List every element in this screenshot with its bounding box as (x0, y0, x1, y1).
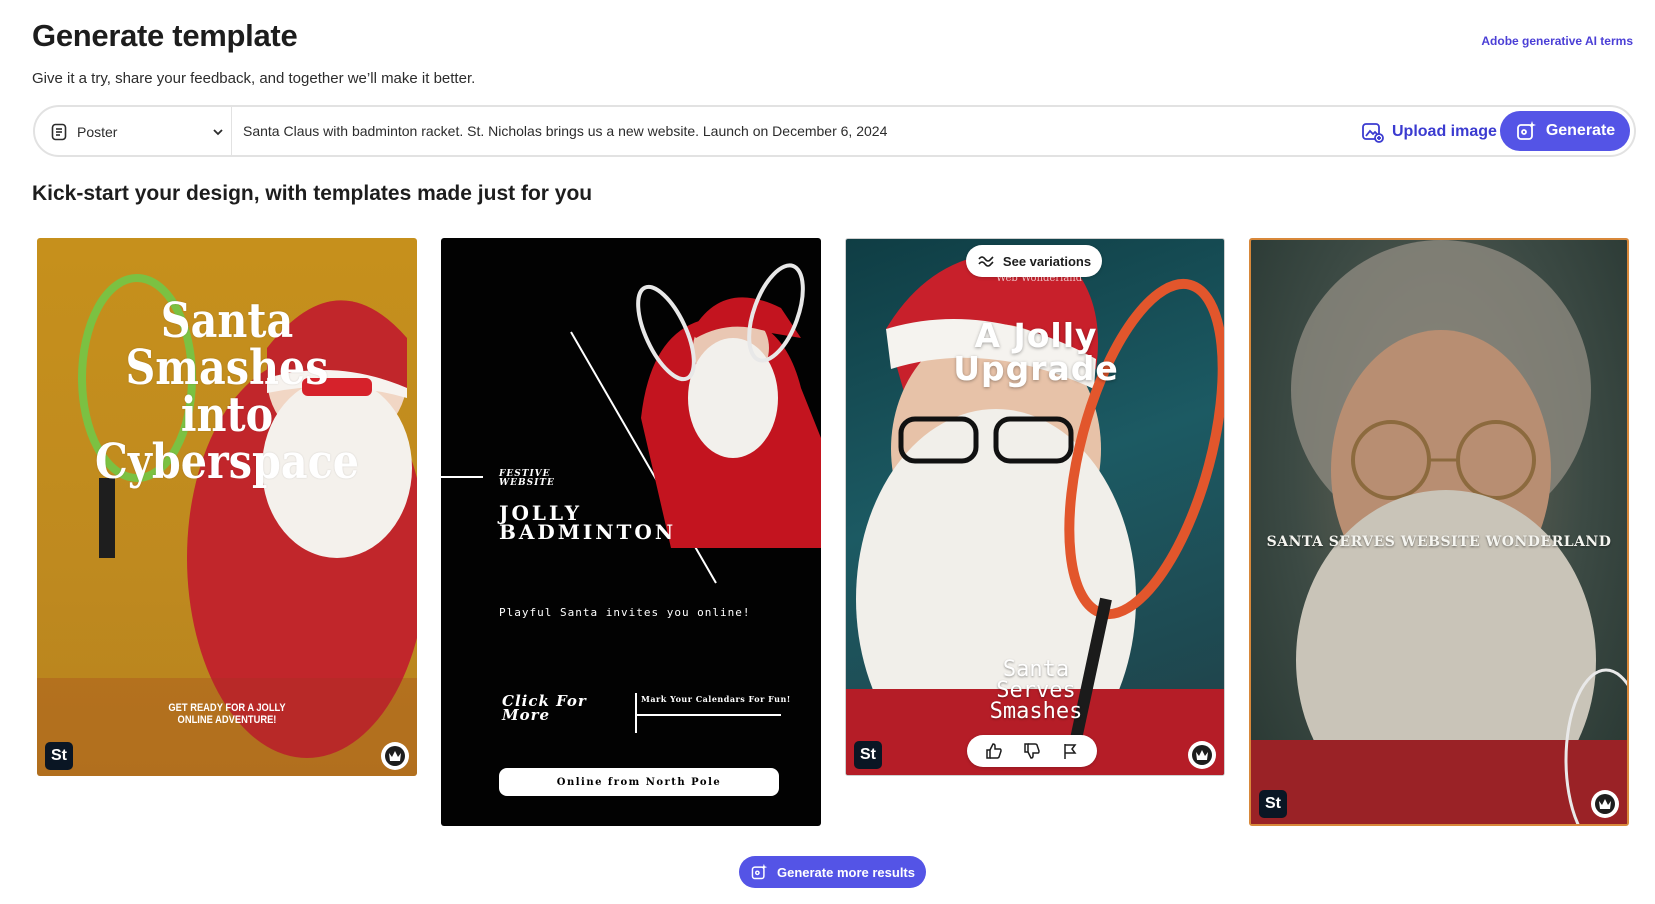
generate-sparkle-icon (1516, 121, 1536, 140)
template-card-2[interactable]: FESTIVE WEBSITE JOLLY BADMINTON Playful … (441, 238, 821, 826)
generate-more-results-button[interactable]: Generate more results (739, 856, 926, 888)
thumbs-up-icon[interactable] (983, 740, 1005, 762)
template-type-label: Poster (77, 124, 118, 140)
document-icon (51, 123, 67, 141)
card-2-festive-label: FESTIVE WEBSITE (499, 469, 555, 488)
generate-sparkle-icon (751, 863, 768, 880)
adobe-stock-badge: St (45, 742, 73, 770)
prompt-divider (231, 107, 232, 155)
card-3-web-text: Web Wonderland (996, 273, 1083, 284)
chevron-down-icon (213, 129, 223, 136)
premium-crown-icon (381, 742, 409, 770)
generative-ai-terms-link[interactable]: Adobe generative AI terms (1481, 34, 1633, 48)
template-type-dropdown[interactable]: Poster (49, 116, 225, 148)
generate-label: Generate (1545, 122, 1616, 139)
generate-button[interactable]: Generate (1500, 111, 1630, 151)
see-variations-label: See variations (1002, 253, 1092, 269)
premium-crown-icon (1188, 741, 1216, 769)
premium-crown-icon (1591, 790, 1619, 818)
card-2-calendar-note: Mark Your Calendars For Fun! (641, 694, 791, 704)
template-card-3[interactable]: See variations Web Wonderland A Jolly Up… (845, 238, 1225, 776)
card-2-invite: Playful Santa invites you online! (499, 606, 751, 619)
card-1-cta: GET READY FOR A JOLLY ONLINE ADVENTURE! (168, 702, 286, 726)
upload-image-icon (1362, 123, 1384, 143)
prompt-bar: Poster Upload image Generate (33, 105, 1636, 157)
thumbs-down-icon[interactable] (1021, 740, 1043, 762)
upload-image-label: Upload image (1392, 123, 1497, 140)
page-subtitle: Give it a try, share your feedback, and … (32, 70, 476, 87)
page-title: Generate template (32, 18, 298, 53)
prompt-input[interactable] (243, 120, 1243, 142)
template-card-1[interactable]: Santa Smashes into Cyberspace GET READY … (37, 238, 417, 776)
card-4-title: SANTA SERVES WEBSITE WONDERLAND (1266, 534, 1612, 550)
template-card-4[interactable]: SANTA SERVES WEBSITE WONDERLAND St (1249, 238, 1629, 826)
variations-icon (978, 256, 994, 267)
santa-portrait-illustration (1251, 240, 1627, 824)
adobe-stock-badge: St (1259, 790, 1287, 818)
upload-image-button[interactable]: Upload image (1360, 116, 1497, 148)
card-3-subtitle: Santa Serves Smashes (989, 657, 1083, 724)
feedback-bar (967, 735, 1097, 767)
card-2-title: JOLLY BADMINTON (499, 501, 677, 544)
card-2-click-for-more: Click For More (502, 692, 587, 724)
card-2-online-pill: Online from North Pole (499, 768, 779, 796)
section-title: Kick-start your design, with templates m… (32, 182, 593, 205)
card-1-title: Santa Smashes into Cyberspace (95, 293, 359, 490)
adobe-stock-badge: St (854, 741, 882, 769)
generate-more-results-label: Generate more results (776, 864, 915, 880)
report-flag-icon[interactable] (1059, 740, 1081, 762)
card-3-title: A Jolly Upgrade (953, 316, 1119, 388)
